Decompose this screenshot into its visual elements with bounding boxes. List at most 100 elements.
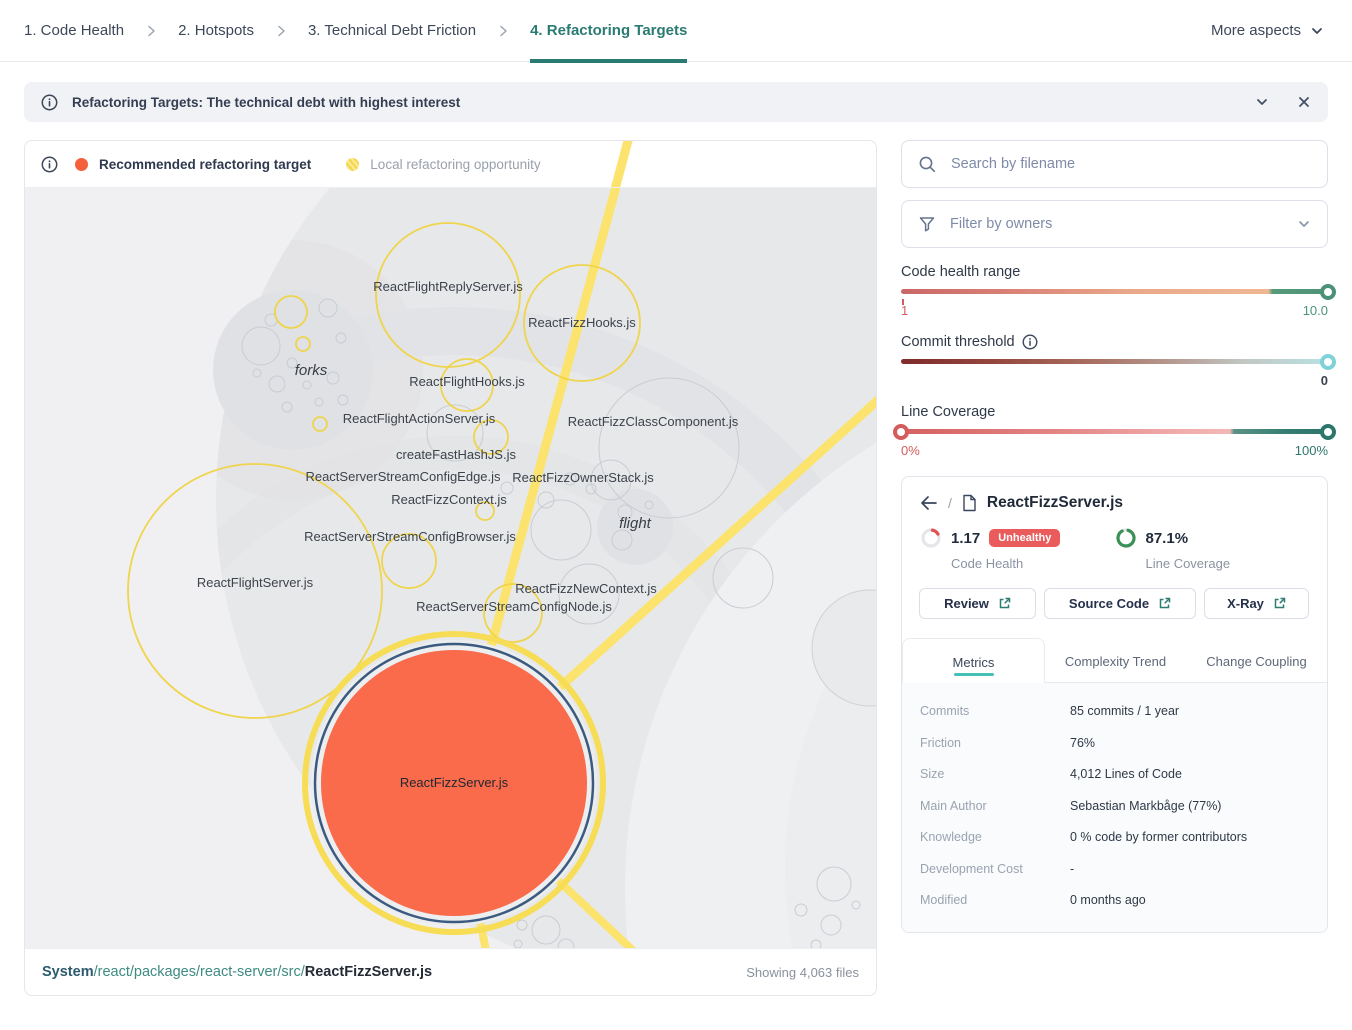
- line-coverage-gauge-icon: [1115, 527, 1137, 549]
- info-icon[interactable]: [41, 156, 58, 173]
- bubble-chart[interactable]: forks flight ReactFlightReplyServer.js R…: [25, 188, 876, 948]
- tab-code-health[interactable]: 1. Code Health: [24, 0, 124, 62]
- metric-label: Friction: [920, 735, 1070, 753]
- chevron-right-icon: [497, 25, 509, 37]
- cluster-label: forks: [295, 362, 328, 379]
- file-bubble-label: ReactFizzClassComponent.js: [568, 414, 739, 429]
- external-link-icon: [1273, 597, 1286, 610]
- line-coverage-label: Line Coverage: [901, 404, 1328, 420]
- file-bubble-label: ReactServerStreamConfigNode.js: [416, 599, 612, 614]
- file-bubble-label: ReactFlightActionServer.js: [343, 411, 496, 426]
- cluster-label: flight: [619, 515, 652, 532]
- tab-metrics[interactable]: Metrics: [902, 638, 1045, 683]
- chart-legend: Recommended refactoring target Local ref…: [25, 141, 876, 188]
- metric-label: Development Cost: [920, 861, 1070, 879]
- chart-footer: System/react/packages/react-server/src/R…: [25, 948, 876, 995]
- local-opportunity-dot-icon: [346, 158, 359, 171]
- file-bubble-label: ReactFlightHooks.js: [409, 374, 525, 389]
- metric-value: 0 months ago: [1070, 892, 1146, 910]
- banner-title: Refactoring Targets: The technical debt …: [72, 95, 460, 110]
- file-icon: [962, 494, 977, 512]
- metric-value: -: [1070, 861, 1074, 879]
- metric-label: Commits: [920, 703, 1070, 721]
- code-health-slider[interactable]: [901, 289, 1328, 294]
- code-health-min: 1: [901, 303, 908, 318]
- legend-local-label: Local refactoring opportunity: [370, 157, 540, 172]
- tab-complexity-trend[interactable]: Complexity Trend: [1045, 638, 1186, 682]
- info-banner: Refactoring Targets: The technical debt …: [24, 82, 1328, 122]
- filter-icon: [918, 215, 936, 233]
- line-coverage-stat: 87.1% Line Coverage: [1115, 527, 1310, 571]
- line-coverage-slider-handle-min[interactable]: [893, 424, 909, 440]
- line-coverage-slider[interactable]: [901, 429, 1328, 434]
- metric-label: Main Author: [920, 798, 1070, 816]
- metric-value: 85 commits / 1 year: [1070, 703, 1179, 721]
- metric-value: 0 % code by former contributors: [1070, 829, 1247, 847]
- tab-change-coupling[interactable]: Change Coupling: [1186, 638, 1327, 682]
- path-slash: /: [948, 495, 952, 511]
- chevron-down-icon: [1297, 217, 1311, 231]
- close-icon[interactable]: [1297, 95, 1311, 109]
- commit-threshold-slider-handle[interactable]: [1320, 354, 1336, 370]
- path-dirs-link[interactable]: /react/packages/react-server/src/: [94, 964, 305, 980]
- more-aspects-label: More aspects: [1211, 22, 1301, 39]
- code-health-slider-handle[interactable]: [1320, 284, 1336, 300]
- search-box[interactable]: [901, 140, 1328, 188]
- path-system-link[interactable]: System: [42, 964, 94, 980]
- metric-value: Sebastian Markbåge (77%): [1070, 798, 1221, 816]
- review-button[interactable]: Review: [919, 588, 1036, 619]
- bubble-chart-panel: Recommended refactoring target Local ref…: [24, 140, 877, 996]
- code-health-value: 1.17: [951, 530, 980, 547]
- commit-threshold-label: Commit threshold: [901, 334, 1328, 350]
- table-row: Knowledge 0 % code by former contributor…: [902, 822, 1327, 854]
- tab-hotspots[interactable]: 2. Hotspots: [178, 0, 254, 62]
- tab-technical-debt-friction[interactable]: 3. Technical Debt Friction: [308, 0, 476, 62]
- unhealthy-badge: Unhealthy: [989, 529, 1060, 547]
- line-coverage-value: 87.1%: [1146, 530, 1189, 547]
- filter-sidebar: Filter by owners Code health range 1 10.…: [901, 140, 1328, 933]
- more-aspects-dropdown[interactable]: More aspects: [1211, 22, 1324, 39]
- file-bubble-label: ReactServerStreamConfigBrowser.js: [304, 529, 516, 544]
- owners-filter-dropdown[interactable]: Filter by owners: [901, 200, 1328, 248]
- back-arrow-icon[interactable]: [920, 495, 938, 511]
- code-health-caption: Code Health: [951, 556, 1115, 571]
- breadcrumb: 1. Code Health 2. Hotspots 3. Technical …: [24, 0, 687, 62]
- chevron-down-icon: [1310, 24, 1324, 38]
- xray-button-label: X-Ray: [1227, 596, 1264, 611]
- xray-button[interactable]: X-Ray: [1204, 588, 1309, 619]
- showing-files-count: Showing 4,063 files: [746, 965, 859, 980]
- tab-refactoring-targets[interactable]: 4. Refactoring Targets: [530, 0, 687, 62]
- line-coverage-slider-handle-max[interactable]: [1320, 424, 1336, 440]
- line-coverage-caption: Line Coverage: [1146, 556, 1310, 571]
- owners-filter-placeholder: Filter by owners: [950, 216, 1283, 232]
- table-row: Commits 85 commits / 1 year: [902, 696, 1327, 728]
- file-bubble-label: createFastHashJS.js: [396, 447, 516, 462]
- file-bubble-label: ReactServerStreamConfigEdge.js: [305, 469, 501, 484]
- table-row: Friction 76%: [902, 728, 1327, 760]
- path-file-label: ReactFizzServer.js: [305, 964, 432, 980]
- file-bubble-label: ReactFizzOwnerStack.js: [512, 470, 654, 485]
- code-health-gauge-icon: [920, 527, 942, 549]
- search-input[interactable]: [951, 156, 1311, 172]
- refactoring-targets-page: 1. Code Health 2. Hotspots 3. Technical …: [0, 0, 1352, 1030]
- table-row: Modified 0 months ago: [902, 885, 1327, 917]
- chevron-right-icon: [145, 25, 157, 37]
- banner-collapse-button[interactable]: [1255, 95, 1269, 109]
- info-icon: [41, 94, 58, 111]
- slider-tick: [902, 299, 904, 305]
- forks-cluster-circle[interactable]: [213, 290, 373, 450]
- metric-value: 4,012 Lines of Code: [1070, 766, 1182, 784]
- file-card-filename: ReactFizzServer.js: [987, 494, 1123, 512]
- metric-label: Knowledge: [920, 829, 1070, 847]
- file-bubble-label: ReactFizzHooks.js: [528, 315, 636, 330]
- file-bubble-label: ReactFlightReplyServer.js: [373, 279, 523, 294]
- info-icon[interactable]: [1022, 334, 1038, 350]
- top-nav: 1. Code Health 2. Hotspots 3. Technical …: [0, 0, 1352, 62]
- commit-threshold-slider[interactable]: [901, 359, 1328, 364]
- chevron-right-icon: [275, 25, 287, 37]
- source-code-button[interactable]: Source Code: [1044, 588, 1196, 619]
- table-row: Development Cost -: [902, 854, 1327, 886]
- file-bubble-label: ReactFlightServer.js: [197, 575, 314, 590]
- external-link-icon: [998, 597, 1011, 610]
- selected-file-bubble-label: ReactFizzServer.js: [400, 775, 509, 790]
